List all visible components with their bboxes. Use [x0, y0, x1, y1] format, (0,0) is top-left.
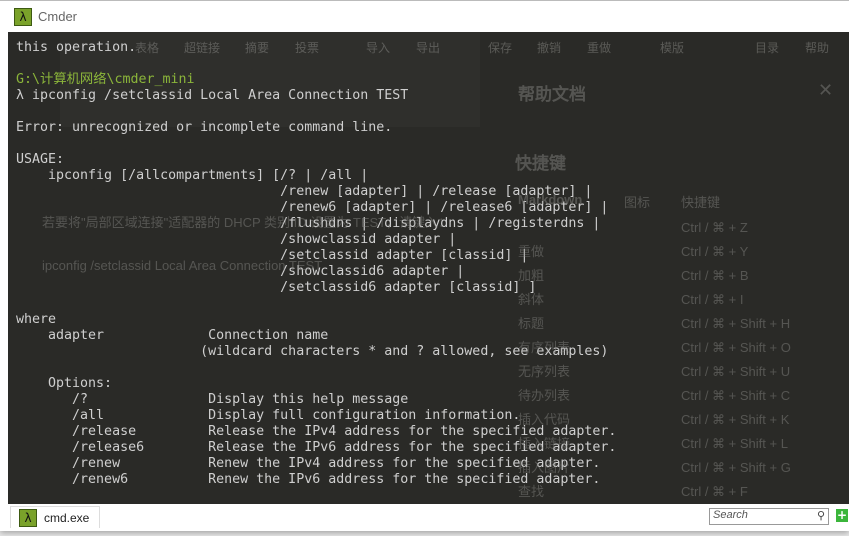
output-after: λ ipconfig /setclassid Local Area Connec… — [16, 88, 617, 487]
tab-cmd[interactable]: λ cmd.exe — [10, 506, 100, 528]
bg-toolbar-item: 目录 — [755, 41, 780, 55]
cmder-window: λ Cmder 表格 超链接 摘要 投票 导入 导出 保存 撤销 重做 模版 目… — [0, 0, 849, 531]
lambda-icon: λ — [19, 509, 37, 527]
plus-icon: + — [836, 508, 848, 522]
bg-col-header: 快捷键 — [681, 195, 721, 210]
search-placeholder: Search — [713, 509, 748, 521]
bg-shortcut-list: Ctrl / ⌘ + Z Ctrl / ⌘ + Y Ctrl / ⌘ + B Ctrl… — [681, 220, 791, 499]
tab-bar: λ cmd.exe Search ⚲ + — [8, 504, 849, 529]
window-title: Cmder — [38, 9, 78, 24]
output-before: this operation. — [16, 40, 137, 55]
tab-label: cmd.exe — [44, 511, 90, 525]
prompt-path: G:\计算机网络\cmder_mini — [16, 72, 195, 87]
new-tab-button[interactable]: + — [836, 509, 848, 522]
bg-close-icon: ✕ — [818, 80, 834, 100]
magnifier-icon[interactable]: ⚲ — [817, 509, 825, 522]
bg-toolbar-item: 帮助 — [805, 41, 830, 55]
terminal-output: this operation. G:\计算机网络\cmder_mini λ ip… — [16, 40, 616, 488]
terminal-console[interactable]: 表格 超链接 摘要 投票 导入 导出 保存 撤销 重做 模版 目录 帮助 帮助文… — [8, 32, 849, 504]
bg-toolbar-item: 模版 — [660, 41, 685, 55]
bg-col-header: 图标 — [624, 195, 651, 210]
lambda-icon: λ — [14, 8, 32, 26]
title-bar[interactable]: λ Cmder — [0, 1, 849, 32]
search-input[interactable]: Search ⚲ — [709, 508, 829, 525]
